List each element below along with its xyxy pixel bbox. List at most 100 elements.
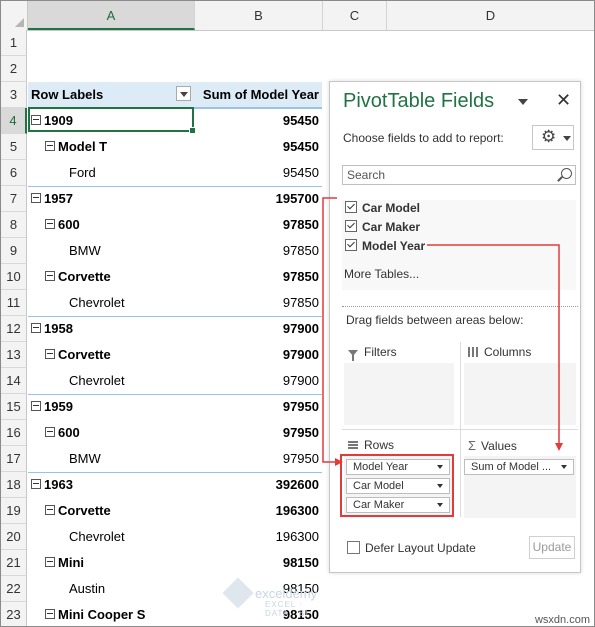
sigma-icon: Σ <box>468 438 477 453</box>
pivot-value-cell: 196300 <box>275 529 319 544</box>
row-header-17[interactable]: 17 <box>1 446 27 472</box>
search-icon[interactable] <box>561 168 572 179</box>
rows-field-model-year[interactable]: Model Year <box>346 459 450 475</box>
columns-icon <box>468 347 478 357</box>
active-cell-a4 <box>28 107 196 134</box>
checkbox-checked-icon[interactable] <box>345 239 357 251</box>
row-header-1[interactable]: 1 <box>1 30 27 56</box>
row-header-19[interactable]: 19 <box>1 498 27 524</box>
pivot-model-label: 600 <box>45 420 205 446</box>
pivot-value-cell: 95450 <box>282 113 319 128</box>
pivot-value-cell: 195700 <box>275 191 319 206</box>
collapse-icon[interactable] <box>31 479 41 489</box>
chevron-down-icon <box>563 136 571 141</box>
year-group-separator <box>28 394 322 395</box>
pane-options-dropdown-icon[interactable] <box>518 99 528 105</box>
field-model-year[interactable]: Model Year <box>345 239 425 253</box>
row-header-15[interactable]: 15 <box>1 394 27 420</box>
checkbox-checked-icon[interactable] <box>345 220 357 232</box>
tools-gear-button[interactable]: ⚙ <box>532 125 574 150</box>
collapse-icon[interactable] <box>45 609 55 619</box>
collapse-icon[interactable] <box>31 323 41 333</box>
columns-drop-area[interactable] <box>464 363 576 425</box>
row-header-13[interactable]: 13 <box>1 342 27 368</box>
row-header-3[interactable]: 3 <box>1 82 27 108</box>
pivot-value-cell: 97850 <box>282 217 319 232</box>
row-header-9[interactable]: 9 <box>1 238 27 264</box>
field-search-input[interactable]: Search <box>342 165 576 185</box>
collapse-icon[interactable] <box>45 271 55 281</box>
collapse-icon[interactable] <box>45 219 55 229</box>
filter-icon <box>348 350 358 361</box>
row-header-2[interactable]: 2 <box>1 56 27 82</box>
filters-area-header: Filters <box>348 345 397 361</box>
row-header-11[interactable]: 11 <box>1 290 27 316</box>
checkbox-checked-icon[interactable] <box>345 201 357 213</box>
row-header-23[interactable]: 23 <box>1 602 27 626</box>
pivot-value-cell: 97950 <box>282 425 319 440</box>
collapse-icon[interactable] <box>31 401 41 411</box>
exceldemy-watermark: exceldemy EXCEL · DATA · BI <box>222 577 317 618</box>
rows-field-car-maker[interactable]: Car Maker <box>346 497 450 513</box>
row-header-14[interactable]: 14 <box>1 368 27 394</box>
defer-checkbox[interactable] <box>347 541 360 554</box>
search-placeholder: Search <box>347 168 386 182</box>
values-field-sum-of-model-year[interactable]: Sum of Model ... <box>464 459 574 475</box>
pivot-value-cell: 95450 <box>282 139 319 154</box>
pivot-model-label: Model T <box>45 134 205 160</box>
row-header-18[interactable]: 18 <box>1 472 27 498</box>
row-header-10[interactable]: 10 <box>1 264 27 290</box>
row-header-5[interactable]: 5 <box>1 134 27 160</box>
row-header-4[interactable]: 4 <box>1 108 27 134</box>
pivot-value-cell: 97850 <box>282 243 319 258</box>
pivot-year-label: 1963 <box>31 472 191 498</box>
column-header-d[interactable]: D <box>387 1 594 30</box>
pivot-year-label: 1957 <box>31 186 191 212</box>
pivot-model-label: Mini <box>45 550 205 576</box>
year-group-separator <box>28 186 322 187</box>
column-header-b[interactable]: B <box>195 1 323 30</box>
collapse-icon[interactable] <box>45 349 55 359</box>
row-header-6[interactable]: 6 <box>1 160 27 186</box>
pivot-value-cell: 97950 <box>282 399 319 414</box>
close-icon[interactable]: ✕ <box>556 90 571 111</box>
collapse-icon[interactable] <box>31 193 41 203</box>
row-header-7[interactable]: 7 <box>1 186 27 212</box>
rows-icon <box>348 441 358 449</box>
row-header-21[interactable]: 21 <box>1 550 27 576</box>
column-header-c[interactable]: C <box>323 1 387 30</box>
row-header-12[interactable]: 12 <box>1 316 27 342</box>
row-header-20[interactable]: 20 <box>1 524 27 550</box>
field-car-model[interactable]: Car Model <box>345 201 420 215</box>
row-labels-header: Row Labels <box>31 87 104 102</box>
collapse-icon[interactable] <box>45 557 55 567</box>
rows-field-car-model[interactable]: Car Model <box>346 478 450 494</box>
row-header-8[interactable]: 8 <box>1 212 27 238</box>
pivot-model-label: Corvette <box>45 498 205 524</box>
collapse-icon[interactable] <box>45 141 55 151</box>
row-header-22[interactable]: 22 <box>1 576 27 602</box>
row-header-16[interactable]: 16 <box>1 420 27 446</box>
defer-layout-update-option[interactable]: Defer Layout Update <box>347 541 476 555</box>
drag-instructions: Drag fields between areas below: <box>346 313 524 327</box>
pivot-year-label: 1958 <box>31 316 191 342</box>
update-button[interactable]: Update <box>529 536 575 559</box>
row-labels-filter-dropdown[interactable] <box>176 86 191 101</box>
values-area-header: Σ Values <box>468 438 517 453</box>
collapse-icon[interactable] <box>45 427 55 437</box>
field-car-maker[interactable]: Car Maker <box>345 220 420 234</box>
select-all-button[interactable] <box>1 1 28 30</box>
filters-drop-area[interactable] <box>344 363 454 425</box>
pivot-value-cell: 95450 <box>282 165 319 180</box>
area-horizontal-divider <box>342 429 578 430</box>
more-tables-link[interactable]: More Tables... <box>344 267 419 281</box>
column-header-a[interactable]: A <box>28 1 195 30</box>
choose-fields-label: Choose fields to add to report: <box>343 131 504 145</box>
year-group-separator <box>28 472 322 473</box>
rows-area-header: Rows <box>348 438 394 452</box>
pane-divider <box>342 306 578 307</box>
collapse-icon[interactable] <box>45 505 55 515</box>
site-credit: wsxdn.com <box>534 614 590 626</box>
pivot-value-cell: 97850 <box>282 269 319 284</box>
pivot-value-cell: 97850 <box>282 295 319 310</box>
